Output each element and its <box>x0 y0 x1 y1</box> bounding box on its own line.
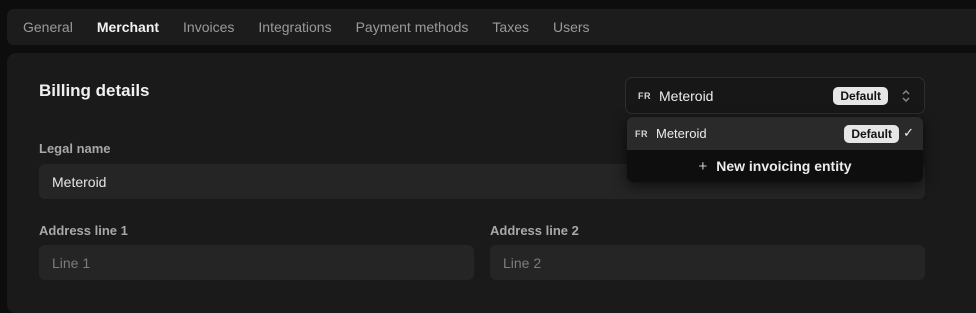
tab-invoices[interactable]: Invoices <box>183 19 234 35</box>
entity-name: Meteroid <box>659 87 714 104</box>
invoicing-entity-dropdown: FR Meteroid Default ✓ + New invoicing en… <box>627 117 923 182</box>
invoicing-entity-select[interactable]: FR Meteroid Default <box>625 77 925 114</box>
option-default-badge: Default <box>844 125 899 143</box>
billing-details-panel: Billing details FR Meteroid Default Lega… <box>7 53 976 313</box>
new-invoicing-entity-button[interactable]: + New invoicing entity <box>627 150 923 182</box>
tab-users[interactable]: Users <box>553 19 590 35</box>
address-line-1-input[interactable] <box>52 254 474 271</box>
chevron-up-down-icon <box>902 90 910 102</box>
address-line-2-input[interactable] <box>503 254 925 271</box>
plus-icon: + <box>698 157 708 175</box>
address-line-1-label: Address line 1 <box>39 223 128 238</box>
address-line-1-field[interactable] <box>39 245 474 280</box>
settings-tabs: General Merchant Invoices Integrations P… <box>7 9 976 45</box>
tab-payment-methods[interactable]: Payment methods <box>356 19 469 35</box>
tab-taxes[interactable]: Taxes <box>492 19 529 35</box>
entity-option[interactable]: FR Meteroid Default ✓ <box>627 117 923 150</box>
tab-general[interactable]: General <box>23 19 73 35</box>
option-country-code: FR <box>635 128 648 139</box>
legal-name-label: Legal name <box>39 141 111 156</box>
default-badge: Default <box>833 87 888 105</box>
address-line-2-label: Address line 2 <box>490 223 579 238</box>
address-line-2-field[interactable] <box>490 245 925 280</box>
new-invoicing-entity-label: New invoicing entity <box>716 158 852 174</box>
country-code: FR <box>638 90 651 101</box>
check-icon: ✓ <box>903 125 914 140</box>
tab-merchant[interactable]: Merchant <box>97 19 159 35</box>
section-title: Billing details <box>39 81 150 100</box>
tab-integrations[interactable]: Integrations <box>258 19 331 35</box>
option-name: Meteroid <box>656 126 707 141</box>
